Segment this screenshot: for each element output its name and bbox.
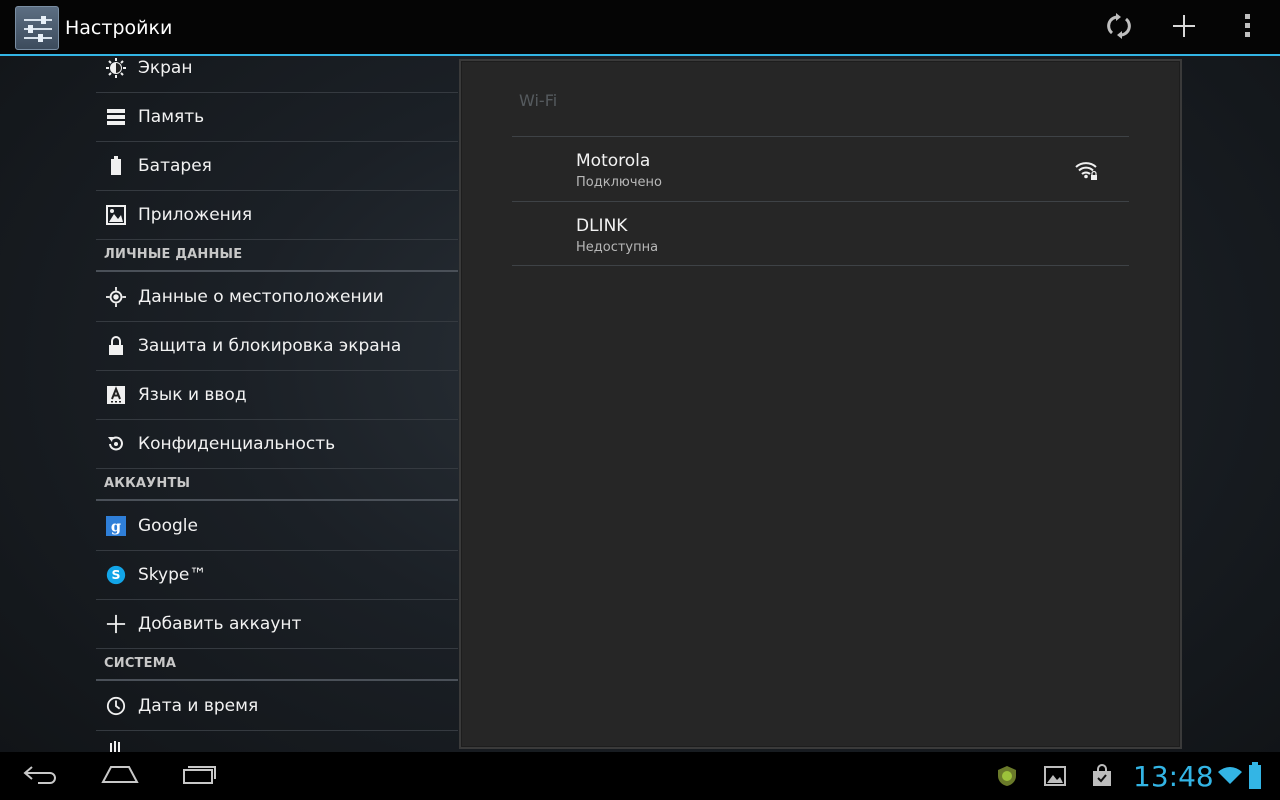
wifi-icon[interactable] xyxy=(1218,766,1242,790)
network-name: Motorola xyxy=(576,151,651,171)
network-name: DLINK xyxy=(576,216,628,236)
settings-sidebar: Экран Память Батарея Приложения ЛИЧНЫЕ Д… xyxy=(96,56,458,752)
gallery-icon[interactable] xyxy=(1043,764,1067,788)
svg-text:g: g xyxy=(111,518,121,535)
overflow-menu-button[interactable] xyxy=(1228,8,1268,48)
action-bar: Настройки xyxy=(0,0,1280,56)
battery-icon[interactable] xyxy=(1248,762,1264,789)
sidebar-item-location[interactable]: Данные о местоположении xyxy=(96,273,458,322)
sidebar-item-battery[interactable]: Батарея xyxy=(96,142,458,191)
storage-icon xyxy=(106,107,126,127)
sidebar-item-label: Экран xyxy=(138,58,193,78)
sidebar-item-add-account[interactable]: Добавить аккаунт xyxy=(96,600,458,649)
plus-icon xyxy=(106,614,126,634)
home-button[interactable] xyxy=(90,760,150,792)
sidebar-item-label: Skype™ xyxy=(138,565,207,585)
section-label: АККАУНТЫ xyxy=(104,476,191,491)
google-icon: g xyxy=(106,516,126,536)
battery-icon xyxy=(106,156,126,176)
apps-icon xyxy=(106,205,126,225)
section-header-personal: ЛИЧНЫЕ ДАННЫЕ xyxy=(96,240,458,272)
sidebar-item-label: Дата и время xyxy=(138,696,259,716)
sidebar-item-google[interactable]: g Google xyxy=(96,502,458,551)
plus-icon xyxy=(1171,13,1197,43)
backup-icon xyxy=(106,434,126,454)
sidebar-item-skype[interactable]: S Skype™ xyxy=(96,551,458,600)
sidebar-item-storage[interactable]: Память xyxy=(96,93,458,142)
brightness-icon xyxy=(106,58,126,78)
section-label: ЛИЧНЫЕ ДАННЫЕ xyxy=(104,247,243,262)
settings-app-icon[interactable] xyxy=(15,6,59,50)
section-header-system: СИСТЕМА xyxy=(96,649,458,681)
shopping-bag-icon[interactable] xyxy=(1090,764,1114,788)
back-button[interactable] xyxy=(10,760,70,792)
sidebar-item-label: Google xyxy=(138,516,198,536)
home-icon xyxy=(101,764,139,788)
sidebar-item-label: Добавить аккаунт xyxy=(138,614,302,634)
overflow-menu-icon xyxy=(1244,13,1252,43)
lock-icon xyxy=(106,336,126,356)
clock-icon xyxy=(106,696,126,716)
wifi-detail-panel: Wi-Fi Motorola Подключено DLINK Недоступ… xyxy=(459,59,1182,749)
scan-button[interactable] xyxy=(1099,8,1139,48)
sidebar-item-partial[interactable] xyxy=(96,731,458,752)
sidebar-item-label: Батарея xyxy=(138,156,212,176)
sidebar-item-privacy[interactable]: Конфиденциальность xyxy=(96,420,458,469)
sidebar-item-date-time[interactable]: Дата и время xyxy=(96,682,458,731)
svg-text:S: S xyxy=(111,567,120,582)
sidebar-item-label: Язык и ввод xyxy=(138,385,247,405)
panel-title: Wi-Fi xyxy=(519,91,558,110)
keyboard-a-icon xyxy=(106,385,126,405)
wifi-scan-icon xyxy=(1104,11,1134,45)
status-clock[interactable]: 13:48 xyxy=(1133,760,1214,793)
system-navigation-bar: 13:48 xyxy=(0,752,1280,800)
skype-icon: S xyxy=(106,565,126,585)
page-title: Настройки xyxy=(65,17,173,39)
sidebar-item-label: Приложения xyxy=(138,205,253,225)
sidebar-item-security[interactable]: Защита и блокировка экрана xyxy=(96,322,458,371)
sidebar-item-label: Данные о местоположении xyxy=(138,287,384,307)
hand-icon xyxy=(106,739,126,752)
network-row-dlink[interactable]: DLINK Недоступна xyxy=(512,201,1129,266)
recent-apps-icon xyxy=(182,763,218,789)
sidebar-item-apps[interactable]: Приложения xyxy=(96,191,458,240)
network-status: Недоступна xyxy=(576,240,659,255)
network-row-motorola[interactable]: Motorola Подключено xyxy=(512,136,1129,201)
sidebar-item-label: Память xyxy=(138,107,205,127)
network-list: Motorola Подключено DLINK Недоступна xyxy=(512,136,1129,266)
sidebar-item-label: Защита и блокировка экрана xyxy=(138,336,402,356)
android-shield-icon[interactable] xyxy=(995,764,1019,788)
recent-apps-button[interactable] xyxy=(170,760,230,792)
wifi-locked-icon xyxy=(1075,161,1099,181)
back-icon xyxy=(22,763,58,789)
add-network-button[interactable] xyxy=(1164,8,1204,48)
section-header-accounts: АККАУНТЫ xyxy=(96,469,458,501)
sidebar-item-language[interactable]: Язык и ввод xyxy=(96,371,458,420)
sidebar-item-display[interactable]: Экран xyxy=(96,56,458,93)
location-icon xyxy=(106,287,126,307)
sidebar-item-label: Конфиденциальность xyxy=(138,434,336,454)
network-status: Подключено xyxy=(576,175,662,190)
section-label: СИСТЕМА xyxy=(104,656,177,671)
